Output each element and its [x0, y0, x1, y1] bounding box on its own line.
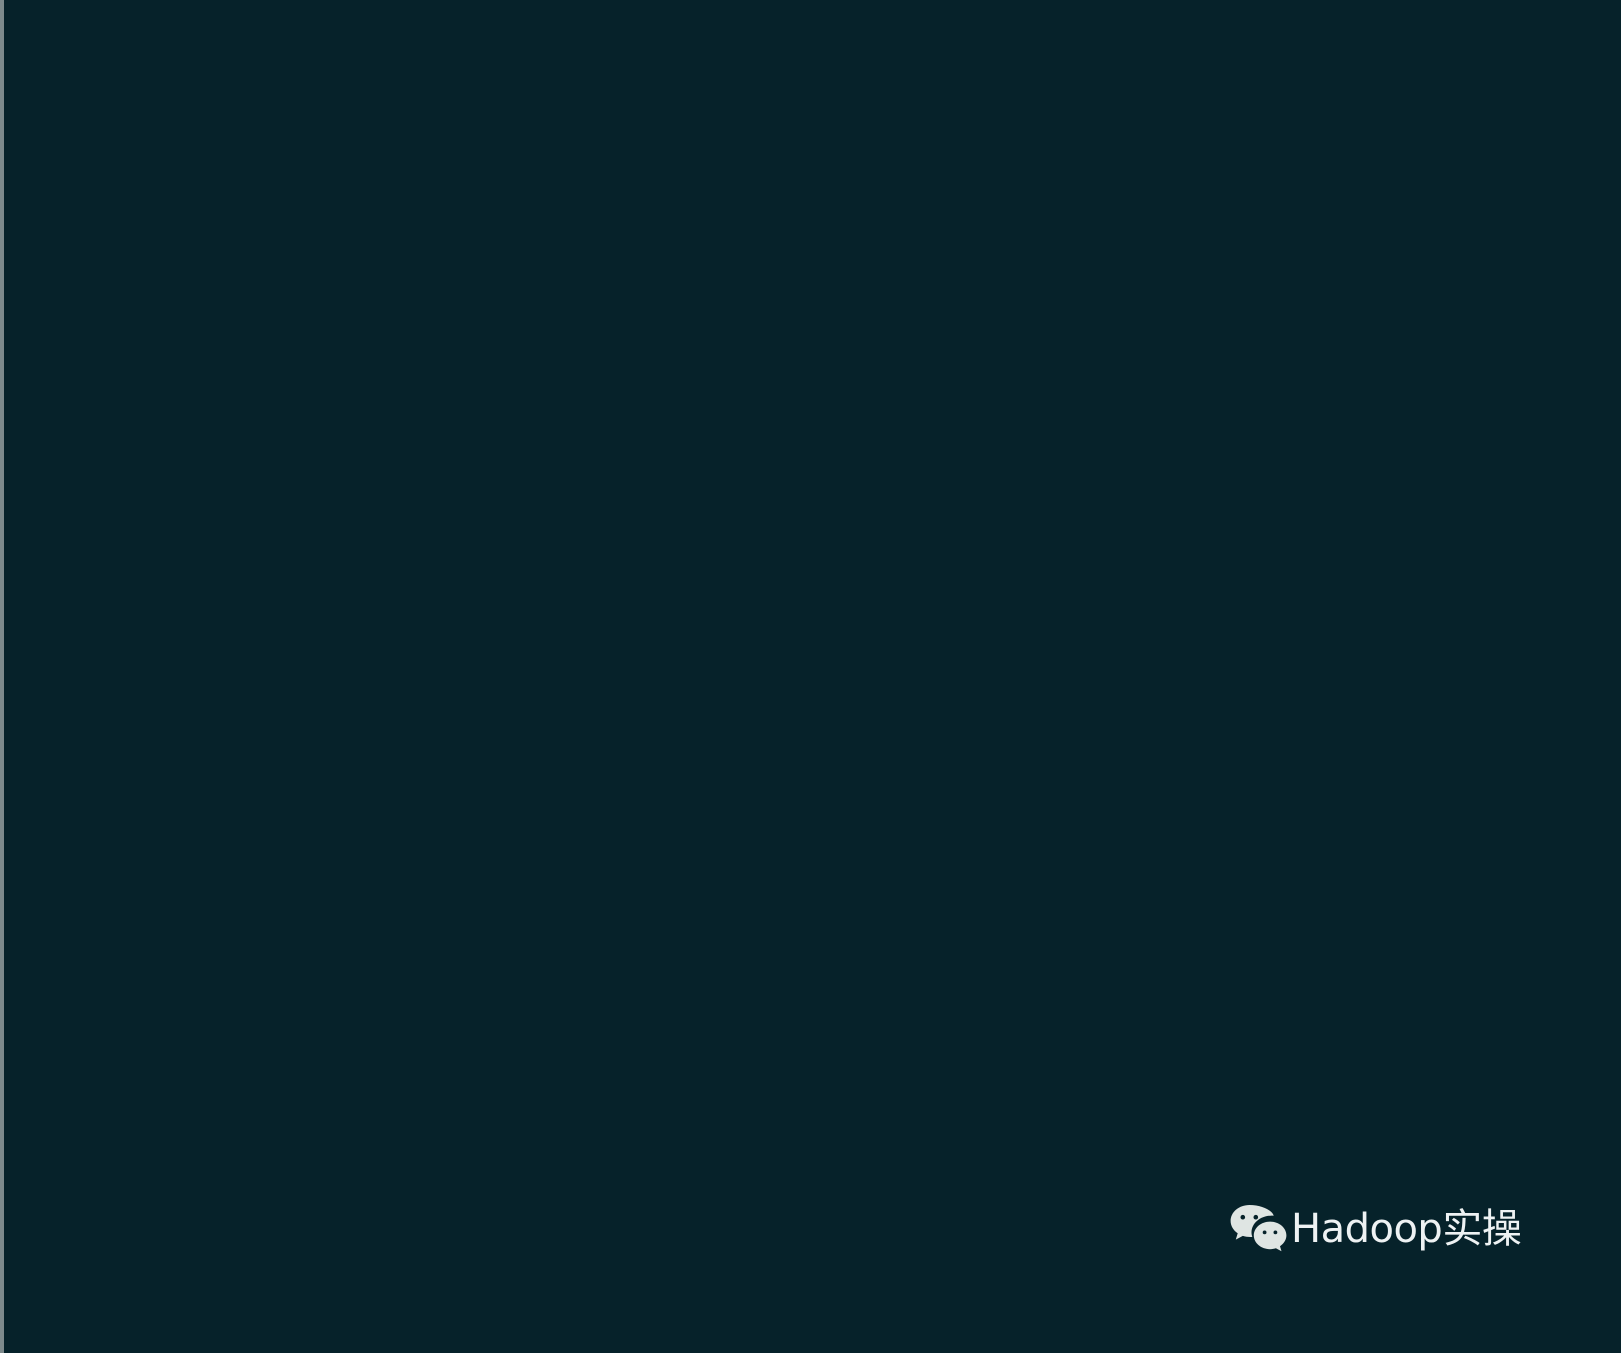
terminal-window[interactable]: Hadoop实操	[0, 0, 1621, 1353]
terminal-output	[8, 0, 1621, 1288]
